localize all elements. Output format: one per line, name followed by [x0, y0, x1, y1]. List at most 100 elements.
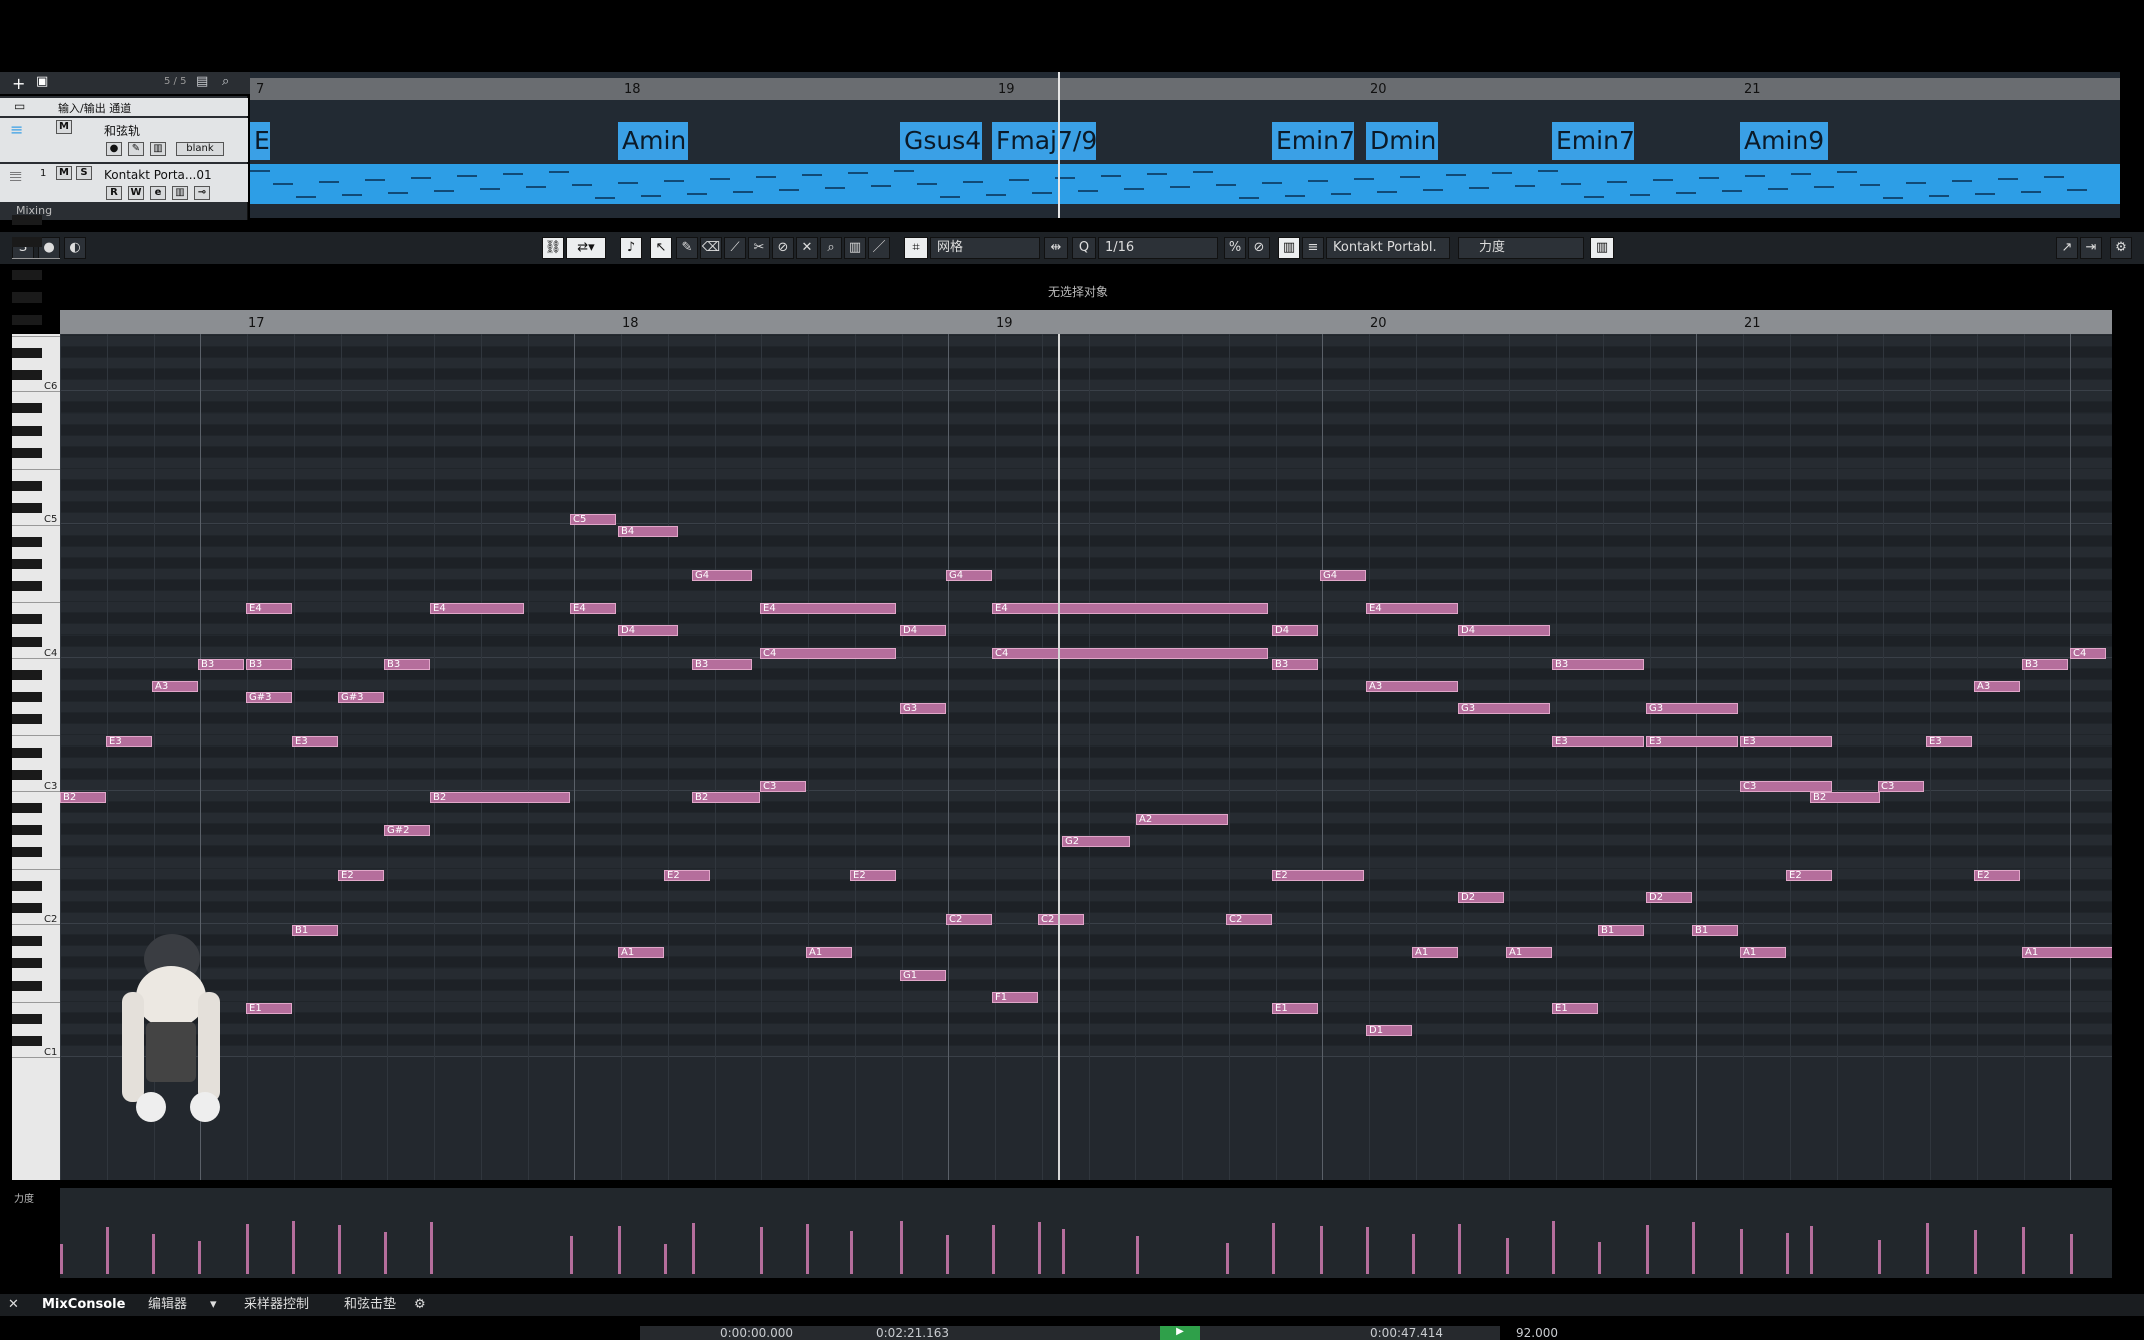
- black-key[interactable]: [12, 447, 42, 458]
- midi-note[interactable]: E4: [760, 603, 896, 615]
- snap-to-zero-icon[interactable]: ⇹: [1044, 237, 1068, 259]
- velocity-bar[interactable]: [60, 1244, 63, 1274]
- midi-note[interactable]: G2: [1062, 836, 1130, 848]
- velocity-bar[interactable]: [1038, 1222, 1041, 1274]
- velocity-bar[interactable]: [1136, 1236, 1139, 1274]
- midi-note[interactable]: E4: [246, 603, 292, 615]
- velocity-bar[interactable]: [1506, 1238, 1509, 1274]
- midi-note[interactable]: G3: [900, 703, 946, 715]
- auto-scroll-icon[interactable]: ⇄▾: [566, 237, 606, 259]
- midi-note[interactable]: E1: [246, 1002, 292, 1014]
- playhead[interactable]: [1058, 72, 1060, 218]
- black-key[interactable]: [12, 747, 42, 758]
- overview-ruler[interactable]: 7 18 19 20 21: [250, 78, 2120, 100]
- split-tool-icon[interactable]: ✂: [748, 237, 770, 259]
- midi-note[interactable]: A1: [1412, 947, 1458, 959]
- mute-tool-icon[interactable]: ✕: [796, 237, 818, 259]
- velocity-bar[interactable]: [1926, 1223, 1929, 1274]
- black-key[interactable]: [12, 370, 42, 381]
- black-key[interactable]: [12, 803, 42, 814]
- tempo-value[interactable]: 92.000: [1516, 1326, 1558, 1340]
- midi-note[interactable]: C3: [1740, 780, 1832, 792]
- midi-note[interactable]: B1: [292, 925, 338, 937]
- black-key[interactable]: [12, 270, 42, 281]
- midi-note[interactable]: A1: [2022, 947, 2112, 959]
- step-icon[interactable]: ◐: [64, 237, 86, 259]
- midi-note[interactable]: B3: [1552, 658, 1644, 670]
- velocity-bar[interactable]: [1598, 1242, 1601, 1274]
- midi-note[interactable]: B2: [692, 791, 760, 803]
- midi-note[interactable]: E4: [570, 603, 616, 615]
- midi-note[interactable]: D4: [900, 625, 946, 637]
- velocity-bar[interactable]: [292, 1228, 295, 1274]
- velocity-bar[interactable]: [430, 1229, 433, 1274]
- controller-select[interactable]: 力度: [1458, 237, 1584, 259]
- left-locator-time[interactable]: 0:00:00.000: [720, 1326, 793, 1340]
- quantize-icon[interactable]: Q: [1072, 237, 1096, 259]
- black-key[interactable]: [12, 614, 42, 625]
- midi-note[interactable]: G4: [1320, 569, 1366, 581]
- black-key[interactable]: [12, 692, 42, 703]
- black-key[interactable]: [12, 481, 42, 492]
- gear-icon[interactable]: ⚙: [414, 1296, 426, 1314]
- midi-note[interactable]: D4: [1458, 625, 1550, 637]
- midi-note[interactable]: E2: [338, 869, 384, 881]
- velocity-bar[interactable]: [338, 1225, 341, 1274]
- black-key[interactable]: [12, 236, 42, 247]
- snap-icon[interactable]: ⌗: [904, 237, 928, 259]
- midi-note[interactable]: D4: [1272, 625, 1318, 637]
- velocity-bar[interactable]: [806, 1224, 809, 1274]
- midi-note[interactable]: B3: [692, 658, 752, 670]
- black-key[interactable]: [12, 558, 42, 569]
- list-icon[interactable]: ▤: [196, 74, 208, 89]
- kontakt-track-row[interactable]: 𝄙 1 M S Kontakt Porta...01 R W e ▥ ⊸: [0, 164, 248, 202]
- note-grid[interactable]: B2 E3 A3 B3 E4 B3 G#3 E3 B1 E1 E2 G#3 B3 G#2 B2 E4 C5 E4 B…: [60, 334, 2112, 1180]
- lanes-button[interactable]: ⊸: [194, 186, 210, 200]
- velocity-bar[interactable]: [618, 1240, 621, 1274]
- tab-mixconsole[interactable]: MixConsole: [42, 1296, 125, 1314]
- midi-note[interactable]: B4: [618, 525, 678, 537]
- black-key[interactable]: [12, 292, 42, 303]
- record-button[interactable]: ●: [106, 142, 122, 156]
- black-key[interactable]: [12, 214, 42, 225]
- chord-track-row[interactable]: ≡ M 和弦轨 ● ✎ ▥ blank: [0, 118, 248, 162]
- midi-note[interactable]: A2: [1136, 814, 1228, 826]
- velocity-bar[interactable]: [1692, 1222, 1695, 1274]
- midi-note[interactable]: G#3: [246, 692, 292, 703]
- speaker-icon[interactable]: ♪: [620, 237, 642, 259]
- play-button[interactable]: ▶: [1160, 1326, 1200, 1340]
- midi-note[interactable]: D2: [1646, 891, 1692, 903]
- velocity-bar[interactable]: [2022, 1227, 2025, 1274]
- velocity-bar[interactable]: [1740, 1243, 1743, 1274]
- midi-note[interactable]: C4: [2070, 647, 2106, 659]
- midi-note[interactable]: A3: [152, 680, 198, 692]
- midi-note[interactable]: C3: [1878, 780, 1924, 792]
- black-key[interactable]: [12, 403, 42, 414]
- erase-tool-icon[interactable]: ⌫: [700, 237, 722, 259]
- midi-note[interactable]: F1: [992, 991, 1038, 1003]
- black-key[interactable]: [12, 536, 42, 547]
- black-key[interactable]: [12, 314, 42, 325]
- midi-note[interactable]: C3: [760, 780, 806, 792]
- piano-icon[interactable]: ▥: [1590, 237, 1614, 259]
- velocity-bar[interactable]: [1878, 1240, 1881, 1274]
- export-icon[interactable]: ⇥: [2080, 237, 2102, 259]
- chord-event[interactable]: Emin7: [1552, 122, 1634, 160]
- midi-note[interactable]: C2: [1038, 914, 1084, 925]
- edit-button[interactable]: ✎: [128, 142, 144, 156]
- velocity-bar[interactable]: [1786, 1233, 1789, 1274]
- midi-note[interactable]: C5: [570, 514, 616, 526]
- midi-part[interactable]: [250, 164, 2120, 204]
- tab-chord-pads[interactable]: 和弦击垫: [344, 1296, 396, 1314]
- black-key[interactable]: [12, 880, 42, 891]
- chord-event[interactable]: Fmaj7/9: [992, 122, 1096, 160]
- velocity-bar[interactable]: [570, 1243, 573, 1274]
- read-button[interactable]: R: [106, 186, 122, 200]
- loop-icon[interactable]: ⊘: [1248, 237, 1270, 259]
- velocity-bar[interactable]: [1810, 1226, 1813, 1274]
- glue-tool-icon[interactable]: ⊘: [772, 237, 794, 259]
- midi-note[interactable]: E1: [1272, 1002, 1318, 1014]
- midi-note[interactable]: E4: [430, 603, 524, 615]
- velocity-bar[interactable]: [246, 1235, 249, 1274]
- midi-note[interactable]: B3: [246, 658, 292, 670]
